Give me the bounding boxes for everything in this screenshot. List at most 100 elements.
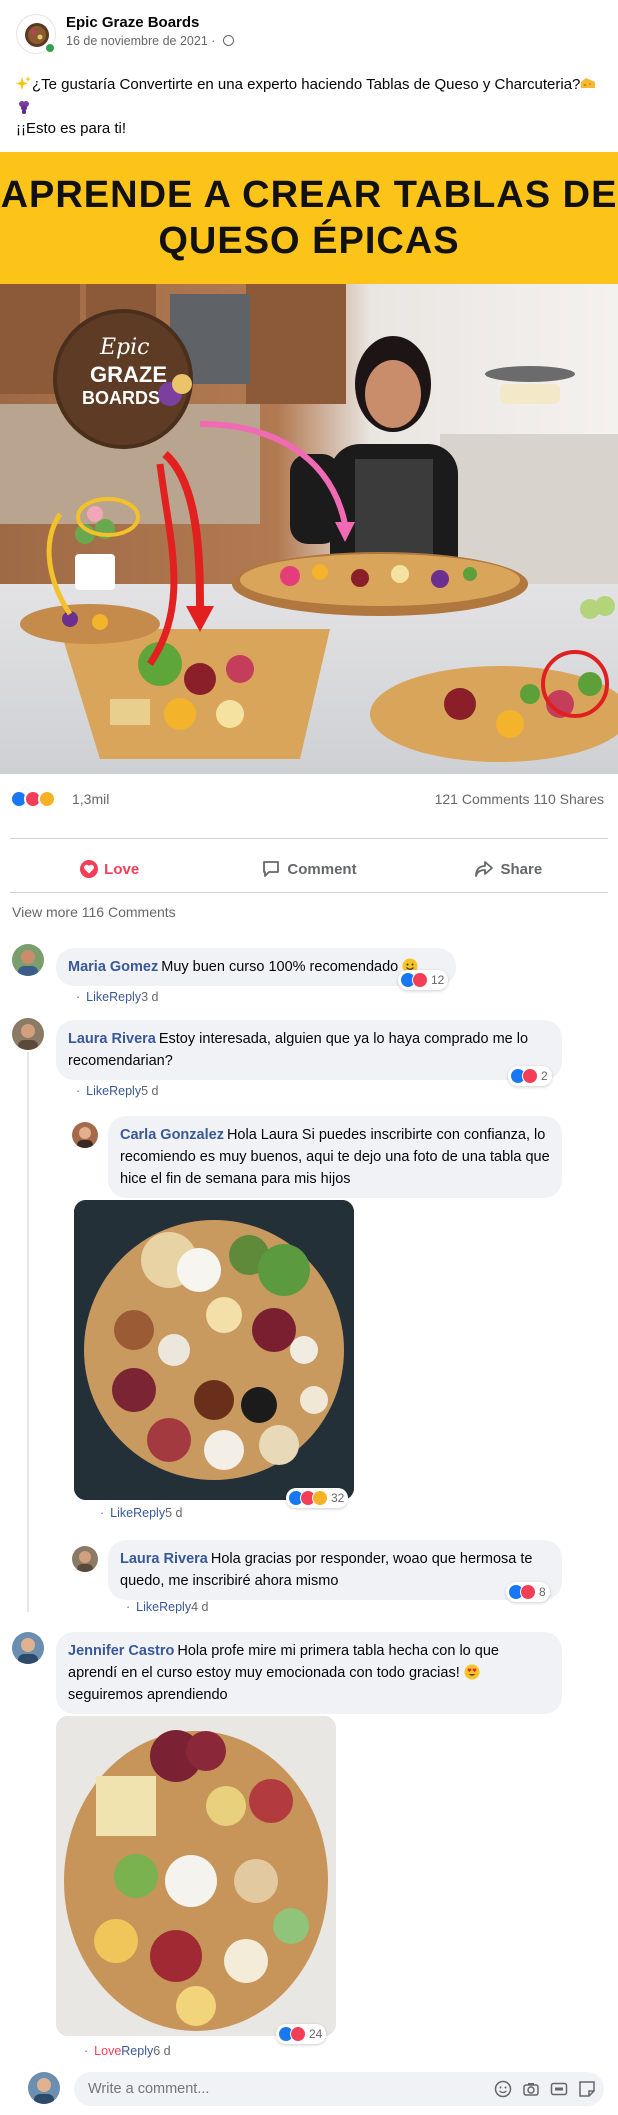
love-reaction-icon xyxy=(290,2026,306,2042)
post-image[interactable]: Epic GRAZE BOARDS xyxy=(0,284,618,774)
comment-actions: · LikeReply5 d xyxy=(100,1506,183,1520)
reply-link[interactable]: Reply xyxy=(159,1600,191,1614)
banner-line2: QUESO ÉPICAS xyxy=(158,220,460,262)
comment-time: 6 d xyxy=(153,2044,171,2058)
heart-icon xyxy=(80,860,99,878)
reply-link[interactable]: Reply xyxy=(109,990,141,1004)
reply-link[interactable]: Reply xyxy=(121,2044,153,2058)
reaction-count: 2 xyxy=(541,1069,548,1083)
reactions-summary: 1,3mil 121 Comments 110 Shares xyxy=(10,788,608,810)
post-header: Epic Graze Boards 16 de noviembre de 202… xyxy=(16,12,602,58)
post-text-line1: ¿Te gustaría Convertirte en una experto … xyxy=(32,76,581,93)
comment-button[interactable]: Comment xyxy=(209,850,408,888)
reply-link[interactable]: Reply xyxy=(109,1084,141,1098)
comment-author[interactable]: Laura Rivera xyxy=(120,1551,208,1567)
avatar[interactable] xyxy=(72,1546,98,1572)
comment-time: 3 d xyxy=(141,990,159,1004)
divider xyxy=(10,838,608,839)
view-more-comments[interactable]: View more 116 Comments xyxy=(12,904,176,920)
comment-actions: · LikeReply3 d xyxy=(76,990,159,1004)
comment-bubble: Carla Gonzalez Hola Laura Si puedes inscr… xyxy=(108,1116,562,1198)
comment-bubble: Jennifer Castro Hola profe mire mi primer… xyxy=(56,1632,562,1714)
comment-reactions[interactable]: 32 xyxy=(286,1488,349,1508)
comment-label: Comment xyxy=(287,860,357,878)
page-name[interactable]: Epic Graze Boards xyxy=(66,14,199,31)
wow-reaction-icon xyxy=(312,1490,328,1506)
comment-photo[interactable] xyxy=(56,1716,336,2036)
logo-text-boards: BOARDS xyxy=(82,388,160,408)
comment-time: 4 d xyxy=(191,1600,209,1614)
comment-author[interactable]: Laura Rivera xyxy=(68,1031,156,1047)
comment-author[interactable]: Maria Gomez xyxy=(68,959,158,975)
reaction-count: 8 xyxy=(539,1585,546,1599)
reaction-count: 24 xyxy=(309,2027,323,2041)
reply-link[interactable]: Reply xyxy=(133,1506,165,1520)
comment-bubble: Maria Gomez Muy buen curso 100% recomenda… xyxy=(56,948,456,986)
comment-author[interactable]: Jennifer Castro xyxy=(68,1643,174,1659)
post-text: ¿Te gustaría Convertirte en una experto … xyxy=(16,74,602,140)
promo-banner: APRENDE A CREAR TABLAS DE QUESO ÉPICAS xyxy=(0,152,618,284)
reaction-count: 12 xyxy=(431,973,445,987)
share-label: Share xyxy=(500,860,543,878)
love-reaction-icon xyxy=(522,1068,538,1084)
banner-line1: APRENDE A CREAR TABLAS DE xyxy=(0,174,618,216)
comment-reactions[interactable]: 24 xyxy=(276,2024,327,2044)
heart-eyes-emoji-icon xyxy=(464,1664,480,1680)
comment-reactions[interactable]: 12 xyxy=(398,970,449,990)
avatar[interactable] xyxy=(72,1122,98,1148)
comment-actions: · LoveReply6 d xyxy=(84,2044,171,2058)
reactions-count[interactable]: 1,3mil xyxy=(72,791,109,807)
avatar[interactable] xyxy=(12,1018,44,1050)
reaction-count: 32 xyxy=(331,1491,345,1505)
composer-tools xyxy=(494,2080,596,2098)
comment-reactions[interactable]: 2 xyxy=(508,1066,552,1086)
like-link[interactable]: Like xyxy=(110,1506,133,1520)
love-label: Love xyxy=(104,860,140,878)
wow-reaction-icon xyxy=(38,790,56,808)
logo-text-epic: Epic xyxy=(99,335,150,360)
logo-text-graze: GRAZE xyxy=(90,362,167,387)
divider xyxy=(10,892,608,893)
globe-icon xyxy=(222,35,234,46)
comment-text-continued: seguiremos aprendiendo xyxy=(68,1687,228,1703)
current-user-avatar xyxy=(28,2072,60,2104)
sticker-icon[interactable] xyxy=(578,2080,596,2098)
comment-bubble: Laura Rivera Estoy interesada, alguien qu… xyxy=(56,1020,562,1080)
avatar[interactable] xyxy=(12,1632,44,1664)
like-link[interactable]: Like xyxy=(86,1084,109,1098)
love-link[interactable]: Love xyxy=(94,2044,121,2058)
shares-count[interactable]: 110 Shares xyxy=(533,791,604,807)
comments-count[interactable]: 121 Comments xyxy=(435,791,530,807)
comment-text: Muy buen curso 100% recomendado xyxy=(161,959,399,975)
emoji-icon[interactable] xyxy=(494,2080,512,2098)
comment-photo[interactable] xyxy=(74,1200,354,1500)
love-button[interactable]: Love xyxy=(10,850,209,888)
comment-bubble: Laura Rivera Hola gracias por responder, … xyxy=(108,1540,562,1600)
reply-thread-line xyxy=(27,1052,29,1612)
sparkles-emoji-icon xyxy=(16,76,31,90)
share-icon xyxy=(475,861,494,877)
post-date[interactable]: 16 de noviembre de 2021 xyxy=(66,34,208,48)
post-meta: 16 de noviembre de 2021 · xyxy=(66,34,234,48)
love-reaction-icon xyxy=(520,1584,536,1600)
post-actions: Love Comment Share xyxy=(10,850,608,888)
comment-actions: · LikeReply5 d xyxy=(76,1084,159,1098)
online-status-dot xyxy=(44,42,56,54)
comment-reactions[interactable]: 8 xyxy=(506,1582,550,1602)
grapes-emoji-icon xyxy=(19,101,29,114)
camera-icon[interactable] xyxy=(522,2080,540,2098)
cheese-emoji-icon xyxy=(581,78,596,88)
like-link[interactable]: Like xyxy=(86,990,109,1004)
comment-author[interactable]: Carla Gonzalez xyxy=(120,1127,224,1143)
love-reaction-icon xyxy=(412,972,428,988)
comment-time: 5 d xyxy=(165,1506,183,1520)
engagement-counts: 121 Comments 110 Shares xyxy=(435,791,604,807)
comment-time: 5 d xyxy=(141,1084,159,1098)
comment-icon xyxy=(263,861,280,877)
share-button[interactable]: Share xyxy=(409,850,608,888)
comment-actions: · LikeReply4 d xyxy=(126,1600,209,1614)
like-link[interactable]: Like xyxy=(136,1600,159,1614)
post-text-line2: ¡¡Esto es para ti! xyxy=(16,120,127,137)
gif-icon[interactable] xyxy=(550,2080,568,2098)
avatar[interactable] xyxy=(12,944,44,976)
